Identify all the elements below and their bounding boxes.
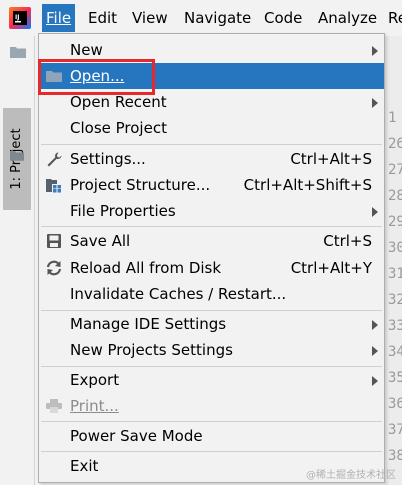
menu-item-new-projects-settings[interactable]: New Projects Settings xyxy=(39,337,384,363)
line-number: 28 xyxy=(388,188,402,204)
menu-file[interactable]: File xyxy=(42,4,76,32)
save-icon xyxy=(47,234,61,248)
line-number: 35 xyxy=(388,370,402,386)
reload-icon xyxy=(46,260,62,276)
menu-separator xyxy=(41,226,382,227)
menu-analyze[interactable]: Analyze xyxy=(314,4,381,32)
line-number: 34 xyxy=(388,344,402,360)
line-number: 36 xyxy=(388,396,402,412)
menu-item-print[interactable]: Print... xyxy=(39,393,384,419)
submenu-arrow-icon xyxy=(372,376,378,386)
line-number: 33 xyxy=(388,318,402,334)
file-menu-dropdown: New Open... Open Recent Close Project Se… xyxy=(38,33,385,483)
menu-item-file-properties[interactable]: File Properties xyxy=(39,198,384,224)
line-number: 1 xyxy=(388,110,397,126)
submenu-arrow-icon xyxy=(372,46,378,56)
menu-separator xyxy=(41,451,382,452)
menu-item-reload-all[interactable]: Reload All from Disk Ctrl+Alt+Y xyxy=(39,255,384,281)
wrench-icon xyxy=(47,152,62,167)
submenu-arrow-icon xyxy=(372,320,378,330)
line-number: 38 xyxy=(388,448,402,464)
line-number: 37 xyxy=(388,422,402,438)
line-number: 30 xyxy=(388,240,402,256)
submenu-arrow-icon xyxy=(372,98,378,108)
menu-separator xyxy=(41,421,382,422)
menu-edit[interactable]: Edit xyxy=(84,4,121,32)
intellij-logo-icon: IJ xyxy=(9,7,31,29)
left-tool-strip: 1: Project xyxy=(0,36,35,485)
menu-item-close-project[interactable]: Close Project xyxy=(39,115,384,141)
watermark-text: @稀土掘金技术社区 xyxy=(306,470,396,481)
line-number: 31 xyxy=(388,266,402,282)
line-number: 27 xyxy=(388,162,402,178)
menu-item-invalidate-caches[interactable]: Invalidate Caches / Restart... xyxy=(39,281,384,307)
project-folder-icon[interactable] xyxy=(10,46,26,58)
menu-refactor[interactable]: Re xyxy=(384,4,402,32)
folder-icon xyxy=(10,151,24,161)
submenu-arrow-icon xyxy=(372,207,378,217)
menu-separator xyxy=(41,144,382,145)
menu-item-export[interactable]: Export xyxy=(39,367,384,393)
menu-navigate[interactable]: Navigate xyxy=(180,4,255,32)
submenu-arrow-icon xyxy=(372,346,378,356)
menu-item-project-structure[interactable]: Project Structure... Ctrl+Alt+Shift+S xyxy=(39,172,384,198)
menu-code[interactable]: Code xyxy=(260,4,306,32)
printer-icon xyxy=(46,399,62,413)
line-number: 26 xyxy=(388,136,402,152)
highlight-annotation-box xyxy=(38,59,155,95)
line-number: 29 xyxy=(388,214,402,230)
ide-window: IJ File Edit View Navigate Code Analyze … xyxy=(0,0,402,485)
menu-item-power-save-mode[interactable]: Power Save Mode xyxy=(39,423,384,449)
menu-item-manage-ide-settings[interactable]: Manage IDE Settings xyxy=(39,311,384,337)
menu-item-settings[interactable]: Settings... Ctrl+Alt+S xyxy=(39,146,384,172)
project-structure-icon xyxy=(46,179,61,193)
svg-text:IJ: IJ xyxy=(15,14,19,21)
line-number: 32 xyxy=(388,292,402,308)
menu-view[interactable]: View xyxy=(128,4,172,32)
menu-item-save-all[interactable]: Save All Ctrl+S xyxy=(39,228,384,254)
menu-bar: IJ File Edit View Navigate Code Analyze … xyxy=(0,0,402,36)
editor-gutter xyxy=(385,36,402,485)
